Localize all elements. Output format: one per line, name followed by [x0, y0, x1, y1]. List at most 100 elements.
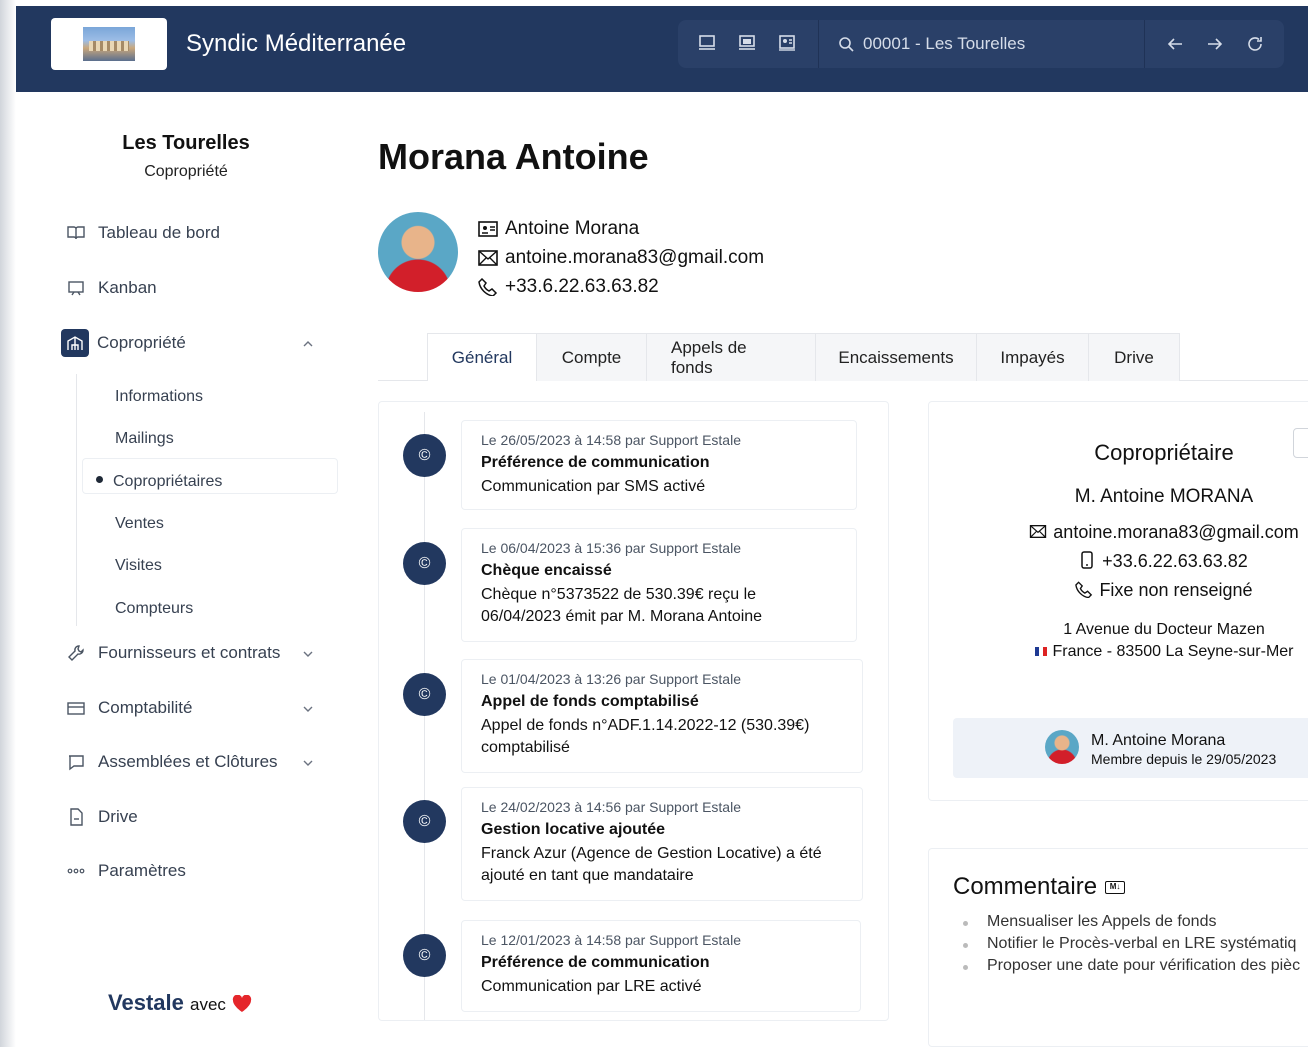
phone-icon	[1075, 581, 1093, 599]
search-input[interactable]: 00001 - Les Tourelles	[863, 34, 1025, 54]
sidebar-subitem-coproprietaires[interactable]: Copropriétaires	[96, 473, 222, 491]
owner-address-line2: France - 83500 La Seyne-sur-Mer	[929, 643, 1308, 661]
contact-name: Antoine Morana	[478, 218, 639, 240]
id-card-icon	[478, 221, 498, 237]
property-name: Les Tourelles	[122, 132, 250, 154]
more-dots-icon	[67, 868, 85, 874]
comment-list: Mensualiser les Appels de fonds Notifier…	[963, 913, 1308, 979]
tab-encaissements[interactable]: Encaissements	[816, 334, 977, 381]
sidebar-item-label: Comptabilité	[98, 698, 193, 717]
owner-name: M. Antoine MORANA	[1074, 486, 1254, 507]
member-since: Membre depuis le 29/05/2023	[1091, 751, 1277, 767]
owner-address-line2-text: France - 83500 La Seyne-sur-Mer	[1052, 643, 1294, 660]
copyright-icon: ©	[403, 434, 446, 477]
owner-email[interactable]: antoine.morana83@gmail.com	[929, 522, 1308, 543]
desktop-icon[interactable]	[698, 35, 716, 51]
copyright-icon: ©	[403, 800, 446, 843]
refresh-icon[interactable]	[1246, 35, 1264, 53]
sidebar-item-fournisseurs[interactable]: Fournisseurs et contrats	[66, 638, 280, 668]
owner-mobile[interactable]: +33.6.22.63.63.82	[929, 551, 1308, 572]
owner-card: Copropriétaire M. Antoine MORANA antoine…	[928, 401, 1308, 801]
sidebar-item-drive[interactable]: Drive	[66, 802, 138, 832]
contact-phone-text: +33.6.22.63.63.82	[505, 276, 659, 297]
heart-icon	[232, 994, 252, 1013]
owner-landline: Fixe non renseigné	[929, 580, 1308, 601]
arrow-left-icon[interactable]	[1166, 35, 1184, 53]
sidebar-subitem-ventes[interactable]: Ventes	[115, 515, 164, 533]
sidebar-subitem-informations[interactable]: Informations	[115, 388, 203, 406]
sidebar-item-dashboard[interactable]: Tableau de bord	[66, 218, 220, 248]
timeline-meta: Le 24/02/2023 à 14:56 par Support Estale	[481, 799, 741, 815]
tab-compte[interactable]: Compte	[537, 334, 647, 381]
contact-phone[interactable]: +33.6.22.63.63.82	[478, 276, 659, 298]
logo-image	[83, 27, 135, 61]
sidebar-item-label: Copropriété	[97, 333, 186, 352]
sidebar-item-label: Drive	[98, 807, 138, 826]
owner-address-line1: 1 Avenue du Docteur Mazen	[1063, 621, 1265, 638]
comment-title: Commentaire M↓	[953, 873, 1126, 901]
sidebar-item-label: Kanban	[98, 278, 157, 297]
contact-name-text: Antoine Morana	[505, 218, 640, 239]
timeline-desc: Communication par LRE activé	[481, 978, 702, 995]
chevron-down-icon[interactable]	[302, 703, 314, 715]
copyright-icon: ©	[403, 673, 446, 716]
arrow-right-icon[interactable]	[1206, 35, 1224, 53]
sidebar-item-assemblees[interactable]: Assemblées et Clôtures	[66, 747, 278, 777]
comment-item: Notifier le Procès-verbal en LRE systéma…	[963, 935, 1308, 953]
top-bar: Syndic Méditerranée 00001 - Les Tourelle…	[16, 6, 1308, 92]
copyright-icon: ©	[403, 542, 446, 585]
laptop-icon[interactable]	[738, 35, 756, 51]
timeline-desc: Communication par SMS activé	[481, 478, 706, 495]
contact-email[interactable]: antoine.morana83@gmail.com	[478, 247, 764, 269]
sidebar-subitem-visites[interactable]: Visites	[115, 557, 162, 575]
sidebar: Les Tourelles Copropriété Tableau de bor…	[16, 92, 356, 1047]
tab-bar: Général Compte Appels de fonds Encaissem…	[427, 333, 1180, 381]
sidebar-subitem-compteurs[interactable]: Compteurs	[115, 600, 193, 618]
comment-item: Mensualiser les Appels de fonds	[963, 913, 1308, 931]
timeline-item: Le 06/04/2023 à 15:36 par Support Estale…	[461, 528, 857, 642]
contact-card-icon[interactable]	[778, 35, 796, 51]
chevron-down-icon[interactable]	[302, 757, 314, 769]
building-icon	[61, 329, 89, 357]
sidebar-subitem-mailings[interactable]: Mailings	[115, 430, 174, 448]
file-icon	[70, 808, 83, 826]
france-flag-icon	[1034, 647, 1047, 657]
search-icon	[839, 37, 854, 52]
logo[interactable]	[51, 18, 167, 70]
sidebar-item-copropriete[interactable]: Copropriété	[61, 328, 186, 358]
credit-card-icon	[67, 702, 85, 715]
timeline: © Le 26/05/2023 à 14:58 par Support Esta…	[378, 401, 889, 1021]
toolbar-divider	[818, 20, 819, 68]
tab-general[interactable]: Général	[428, 334, 537, 381]
chevron-down-icon[interactable]	[302, 648, 314, 660]
timeline-title: Chèque encaissé	[481, 562, 612, 579]
property-type: Copropriété	[144, 163, 228, 180]
owner-email-text: antoine.morana83@gmail.com	[1053, 522, 1299, 542]
sidebar-item-kanban[interactable]: Kanban	[66, 273, 157, 303]
sidebar-item-label: Fournisseurs et contrats	[98, 643, 281, 662]
timeline-desc: Appel de fonds n°ADF.1.14.2022-12 (530.3…	[481, 717, 810, 756]
owner-mobile-text: +33.6.22.63.63.82	[1102, 551, 1248, 571]
book-open-icon	[67, 226, 85, 240]
avatar	[378, 212, 458, 292]
copyright-icon: ©	[403, 934, 446, 977]
timeline-meta: Le 01/04/2023 à 13:26 par Support Estale	[481, 671, 741, 687]
tab-drive[interactable]: Drive	[1089, 334, 1179, 381]
contact-email-text: antoine.morana83@gmail.com	[505, 247, 765, 268]
toolbar: 00001 - Les Tourelles	[678, 20, 1284, 68]
sidebar-item-comptabilite[interactable]: Comptabilité	[66, 693, 193, 723]
timeline-title: Préférence de communication	[481, 454, 710, 471]
comment-title-text: Commentaire	[953, 873, 1098, 900]
tab-impayes[interactable]: Impayés	[977, 334, 1089, 381]
timeline-title: Préférence de communication	[481, 954, 710, 971]
chevron-up-icon[interactable]	[302, 338, 314, 350]
footer-brand: Vestale avec	[108, 990, 252, 1016]
timeline-meta: Le 12/01/2023 à 14:58 par Support Estale	[481, 932, 741, 948]
timeline-meta: Le 06/04/2023 à 15:36 par Support Estale	[481, 540, 741, 556]
comment-card: Commentaire M↓ Mensualiser les Appels de…	[928, 848, 1308, 1047]
mail-icon	[478, 250, 498, 266]
tab-appels-de-fonds[interactable]: Appels de fonds	[647, 334, 816, 381]
timeline-item: Le 12/01/2023 à 14:58 par Support Estale…	[461, 920, 861, 1012]
sidebar-item-parametres[interactable]: Paramètres	[66, 856, 186, 886]
brand-name: Syndic Méditerranée	[186, 30, 407, 57]
